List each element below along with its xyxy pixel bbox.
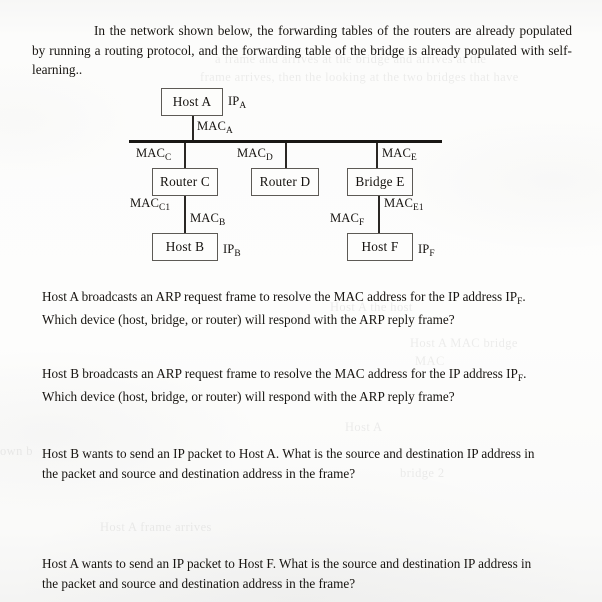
node-bridge-e: Bridge E [347,168,413,196]
question-2-line-1: Host B broadcasts an ARP request frame t… [42,366,518,381]
label-mac-f: MACF [330,211,365,228]
node-router-d-label: Router D [259,174,311,189]
node-host-b-label: Host B [165,239,205,254]
question-3-line-1: Host B wants to send an IP packet to Hos… [42,446,535,461]
intro-text: In the network shown below, the forwardi… [32,23,572,78]
label-mac-e: MACE [382,146,417,163]
question-2-subscript: F [517,374,524,384]
bleed-through-line-9: Host A frame arrives [100,520,212,534]
node-host-a-label: Host A [172,94,212,109]
label-ip-b: IPB [223,242,241,259]
label-mac-d: MACD [237,146,273,163]
wire-bus-to-router-d [285,143,287,168]
bleed-through-line-8: own b [0,444,33,458]
wire-router-c-to-host-b [184,196,186,233]
node-host-f-label: Host F [361,239,399,254]
bleed-through-line-4: Host A MAC bridge [410,336,518,350]
label-mac-c: MACC [136,146,172,163]
label-mac-a: MACA [197,119,233,136]
wire-bus-to-router-c [184,143,186,168]
question-4-line-1: Host A wants to send an IP packet to Hos… [42,556,532,571]
scanned-page: a frame and arrives at the bridge and ar… [0,0,602,602]
node-bridge-e-label: Bridge E [355,174,405,189]
node-host-a: Host A [161,88,223,116]
node-host-b: Host B [152,233,218,261]
question-1-line-2: Which device (host, bridge, or router) w… [42,311,455,327]
wire-bus-to-bridge-e [376,143,378,168]
label-ip-f: IPF [418,242,435,259]
node-router-c: Router C [152,168,218,196]
question-2-line-2: Which device (host, bridge, or router) w… [42,388,455,404]
bleed-through-line-6: Host A [345,420,383,434]
label-ip-a: IPA [228,94,247,111]
label-mac-c1: MACC1 [130,196,171,213]
network-topology-diagram: Host A IPA MACA MACC MACD MACE Router C [0,78,602,278]
node-router-c-label: Router C [160,174,210,189]
question-1: Host A broadcasts an ARP request frame t… [42,287,572,329]
question-1-period: . [522,289,526,304]
wire-host-a-to-bus [192,116,194,142]
question-3: Host B wants to send an IP packet to Hos… [42,444,572,483]
intro-paragraph: In the network shown below, the forwardi… [32,21,572,80]
label-mac-e1: MACE1 [384,196,424,213]
question-1-subscript: F [517,297,523,307]
question-3-line-2: the packet and source and destination ad… [42,465,356,481]
question-4-line-2: the packet and source and destination ad… [42,575,356,591]
node-router-d: Router D [251,168,319,196]
wire-bridge-e-to-host-f [378,196,380,233]
node-host-f: Host F [347,233,413,261]
question-4: Host A wants to send an IP packet to Hos… [42,554,572,593]
question-2-period: . [523,366,527,381]
label-mac-b: MACB [190,211,226,228]
question-1-line-1: Host A broadcasts an ARP request frame t… [42,289,518,304]
question-2: Host B broadcasts an ARP request frame t… [42,364,572,406]
